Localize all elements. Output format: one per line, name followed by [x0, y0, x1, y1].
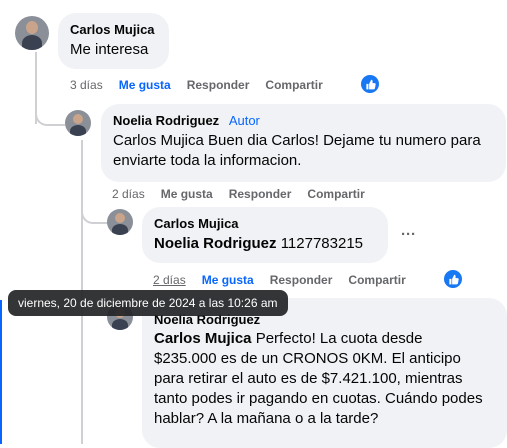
comment-author[interactable]: Carlos Mujica	[154, 216, 376, 231]
comment-time[interactable]: 2 días	[153, 273, 186, 287]
comment-actions: 2 días Me gusta Responder Compartir	[112, 187, 381, 201]
like-reaction-icon[interactable]	[361, 75, 379, 93]
mention-link[interactable]: Noelia Rodriguez	[154, 235, 277, 252]
share-button[interactable]: Compartir	[348, 273, 405, 287]
comment-bubble: Noelia Rodriguez Autor Carlos Mujica Bue…	[101, 104, 506, 182]
thread-line	[0, 300, 2, 444]
avatar[interactable]	[65, 110, 91, 136]
thread-line	[81, 222, 83, 444]
share-button[interactable]: Compartir	[307, 187, 364, 201]
comment-actions: 2 días Me gusta Responder Compartir	[153, 273, 422, 287]
timestamp-tooltip: viernes, 20 de diciembre de 2024 a las 1…	[8, 290, 288, 316]
author-badge: Autor	[228, 113, 260, 128]
more-options-icon[interactable]: ···	[401, 226, 416, 243]
like-button[interactable]: Me gusta	[161, 187, 213, 201]
avatar[interactable]	[15, 16, 49, 50]
like-button[interactable]: Me gusta	[119, 78, 171, 92]
comment-bubble: Carlos Mujica Noelia Rodriguez 112778321…	[142, 207, 388, 263]
reply-button[interactable]: Responder	[229, 187, 292, 201]
comment-actions: 3 días Me gusta Responder Compartir	[70, 78, 339, 92]
comment-author[interactable]: Carlos Mujica	[70, 22, 157, 37]
like-reaction-icon[interactable]	[444, 270, 462, 288]
reply-button[interactable]: Responder	[270, 273, 333, 287]
comment-author[interactable]: Noelia Rodriguez	[113, 113, 219, 128]
comment-time[interactable]: 3 días	[70, 78, 103, 92]
comment-time[interactable]: 2 días	[112, 187, 145, 201]
thread-curve	[81, 206, 109, 224]
mention-link[interactable]: Carlos Mujica	[154, 330, 252, 347]
comment-text: Me interesa	[70, 41, 149, 58]
comment-text-line: Noelia Rodriguez 1127783215	[154, 234, 376, 254]
avatar[interactable]	[107, 209, 133, 235]
comment-text: Carlos Mujica Buen dia Carlos! Dejame tu…	[113, 132, 481, 169]
reply-button[interactable]: Responder	[187, 78, 250, 92]
share-button[interactable]: Compartir	[265, 78, 322, 92]
comment-text: 1127783215	[280, 235, 363, 252]
comment-bubble: Noelia Rodriguez Carlos Mujica Perfecto!…	[142, 298, 507, 448]
comment-bubble: Carlos Mujica Me interesa	[58, 13, 169, 69]
thread-curve	[35, 108, 65, 126]
comment-header: Noelia Rodriguez Autor	[113, 113, 494, 128]
like-button[interactable]: Me gusta	[202, 273, 254, 287]
comment-text-block: Carlos Mujica Perfecto! La cuota desde $…	[154, 329, 489, 429]
